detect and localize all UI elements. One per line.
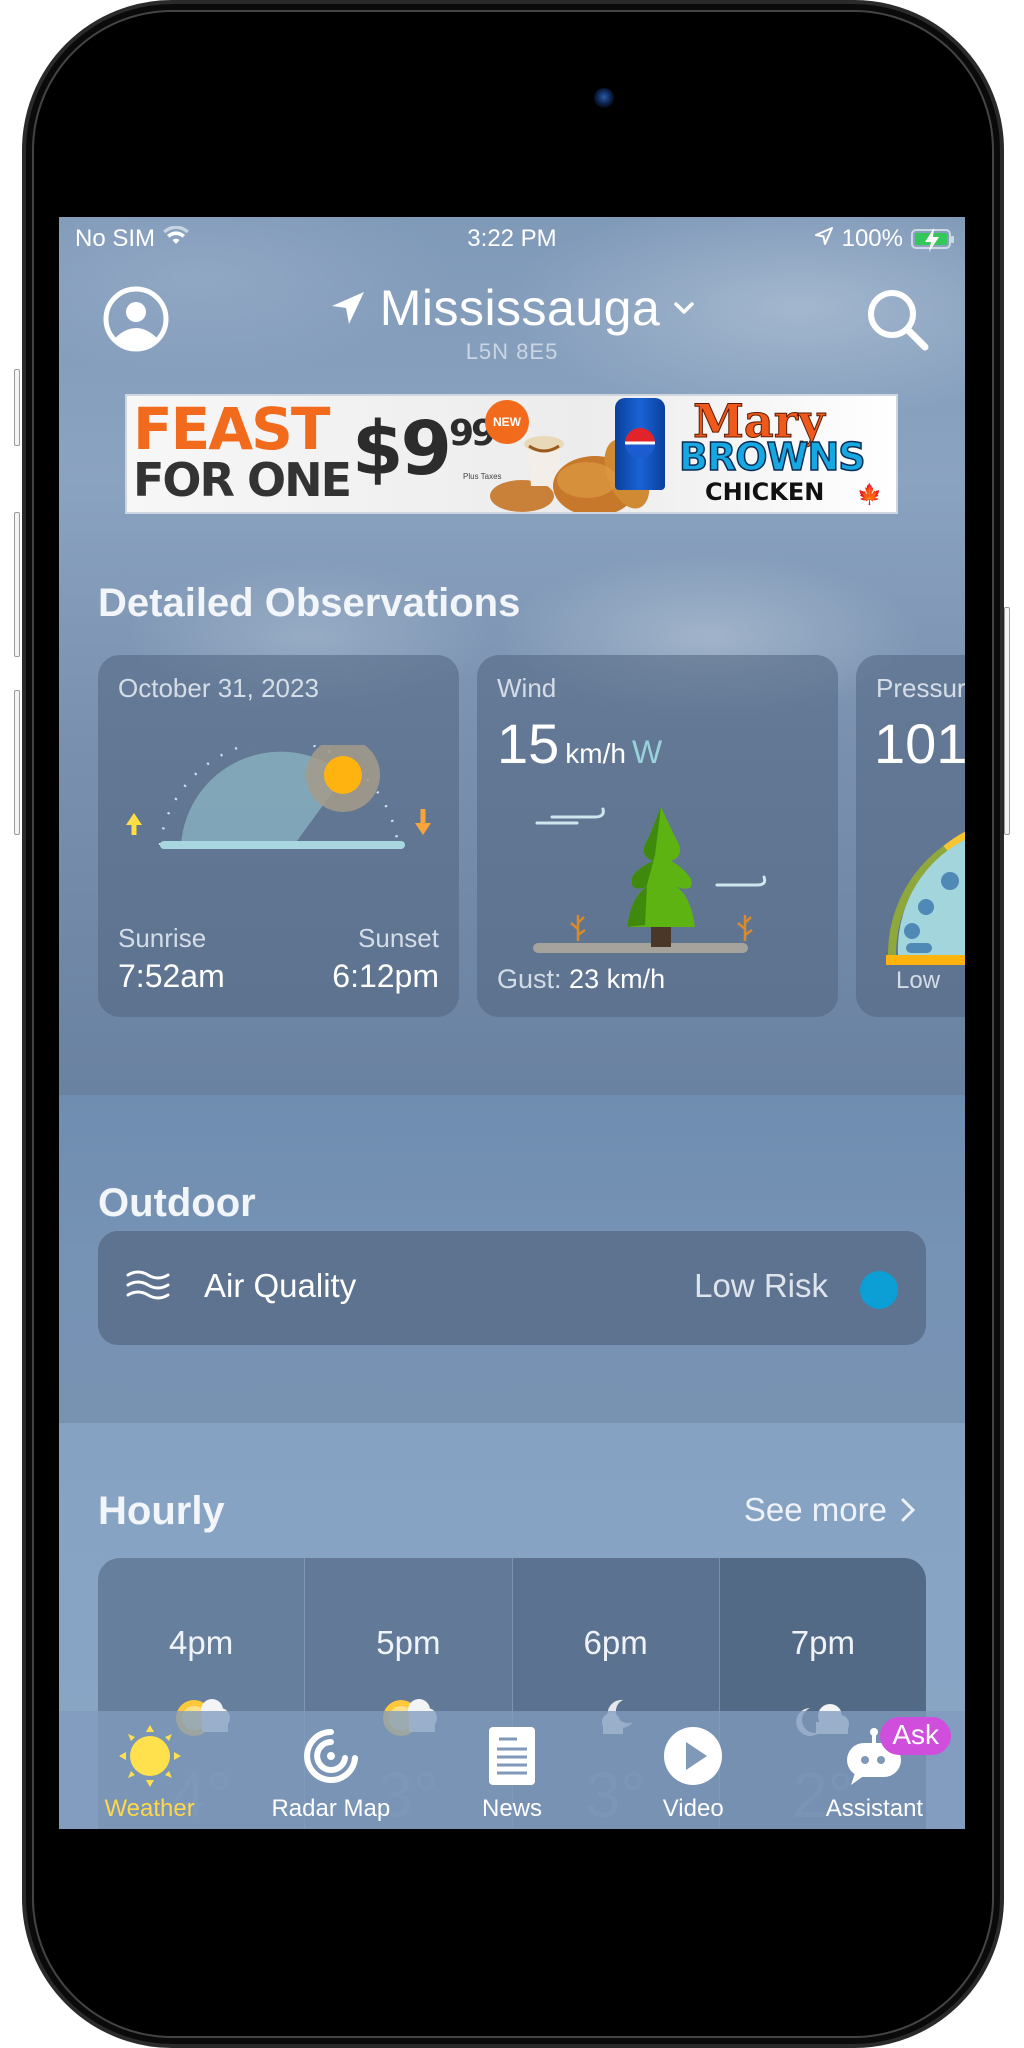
volume-up-button [14, 512, 20, 657]
shrub-icon-2 [737, 915, 753, 941]
location-name: Mississauga [379, 280, 661, 336]
tab-weather[interactable]: Weather [59, 1711, 240, 1829]
front-camera [594, 88, 614, 108]
tab-label: Video [662, 1795, 724, 1822]
status-bar: No SIM 3:22 PM 100% [59, 225, 965, 261]
pressure-gauge [886, 831, 965, 965]
silent-switch [14, 369, 20, 446]
location-selector[interactable]: Mississauga [330, 279, 695, 337]
outdoor-title: Outdoor [98, 1181, 256, 1225]
volume-down-button [14, 690, 20, 835]
wind-card[interactable]: Wind 15 km/h W Gust: 23 km/h [477, 655, 838, 1017]
sunrise-block: Sunrise 7:52am [118, 923, 225, 995]
tab-bar: Weather Radar Map News Video Assistant A… [59, 1711, 965, 1829]
sunset-arrow-icon [415, 809, 431, 835]
tab-label: Weather [104, 1795, 195, 1822]
chevron-right-icon [901, 1498, 915, 1522]
battery-icon [911, 228, 954, 252]
sunset-label: Sunset [358, 923, 439, 953]
ask-badge: Ask [880, 1717, 952, 1755]
wind-direction: W [631, 734, 663, 770]
location-services-icon [814, 225, 834, 253]
tab-video[interactable]: Video [603, 1711, 784, 1829]
see-more-label: See more [743, 1491, 887, 1528]
see-more-link[interactable]: See more [744, 1491, 915, 1529]
detailed-observations-title: Detailed Observations [98, 581, 521, 625]
horizon-line [160, 841, 405, 849]
sunrise-label: Sunrise [118, 923, 207, 953]
pressure-label: Pressure [876, 673, 965, 703]
tab-label: Assistant [825, 1795, 924, 1822]
air-waves-icon [126, 1270, 170, 1300]
hour-time: 7pm [790, 1624, 855, 1661]
postal-code: L5N 8E5 [465, 339, 559, 364]
wind-speed: 15 km/h W [497, 712, 663, 775]
app-screen: No SIM 3:22 PM 100% Mississauga L5N 8E5 … [59, 217, 965, 1829]
hour-time: 6pm [583, 1624, 648, 1661]
header: Mississauga L5N 8E5 [59, 277, 965, 377]
ad-headline: FEAST [133, 395, 330, 463]
sun-card[interactable]: October 31, 2023 Sunrise 7:52am Sunset 6… [98, 655, 459, 1017]
search-button[interactable] [863, 285, 933, 355]
ad-subheadline: FOR ONE [133, 453, 352, 507]
ad-brand-chicken: CHICKEN [705, 478, 825, 506]
sun-icon [118, 1725, 181, 1787]
sunrise-time: 7:52am [118, 958, 225, 994]
news-icon [489, 1727, 535, 1785]
tab-radar-map[interactable]: Radar Map [240, 1711, 421, 1829]
tab-news[interactable]: News [421, 1711, 602, 1829]
sun-icon [324, 756, 362, 794]
sunset-block: Sunset 6:12pm [332, 923, 439, 995]
pressure-value: 101 [874, 712, 965, 775]
chevron-down-icon [674, 302, 695, 314]
maple-leaf-icon: 🍁 [857, 484, 882, 506]
air-quality-label: Air Quality [204, 1267, 357, 1304]
hour-time: 5pm [376, 1624, 441, 1661]
play-icon [664, 1727, 723, 1785]
location-arrow-icon [331, 292, 364, 324]
tab-label: News [482, 1795, 543, 1822]
shrub-icon [570, 915, 586, 941]
wind-gust-icon [535, 807, 605, 825]
wind-gust-icon-2 [715, 875, 767, 887]
hour-time: 4pm [169, 1624, 234, 1661]
search-icon [868, 290, 929, 351]
air-quality-risk: Low Risk [694, 1267, 828, 1304]
air-quality-row[interactable]: Air Quality Low Risk [98, 1231, 926, 1345]
sunrise-arrow-icon [126, 813, 142, 835]
battery-percent: 100% [841, 225, 903, 252]
risk-indicator-dot [860, 1271, 898, 1309]
radar-icon [303, 1729, 358, 1783]
sun-card-date: October 31, 2023 [118, 673, 319, 703]
gust-value: 23 km/h [569, 964, 666, 994]
hourly-title: Hourly [98, 1489, 225, 1533]
ad-banner[interactable]: FEAST FOR ONE $999 Plus Taxes NEW Mary B… [125, 394, 898, 514]
ad-brand-browns: BROWNS [678, 435, 866, 479]
sunset-time: 6:12pm [332, 958, 439, 994]
pressure-card[interactable]: Pressure 101 Low [856, 655, 965, 1017]
tab-label: Radar Map [271, 1795, 391, 1822]
gust-readout: Gust: 23 km/h [497, 964, 666, 994]
ad-soda-can [615, 398, 665, 490]
tab-assistant[interactable]: Assistant Ask [784, 1711, 965, 1829]
wind-label: Wind [497, 673, 557, 703]
pressure-scale-low: Low [896, 967, 941, 994]
sun-arc-graphic [126, 745, 431, 849]
power-button [1004, 607, 1010, 835]
